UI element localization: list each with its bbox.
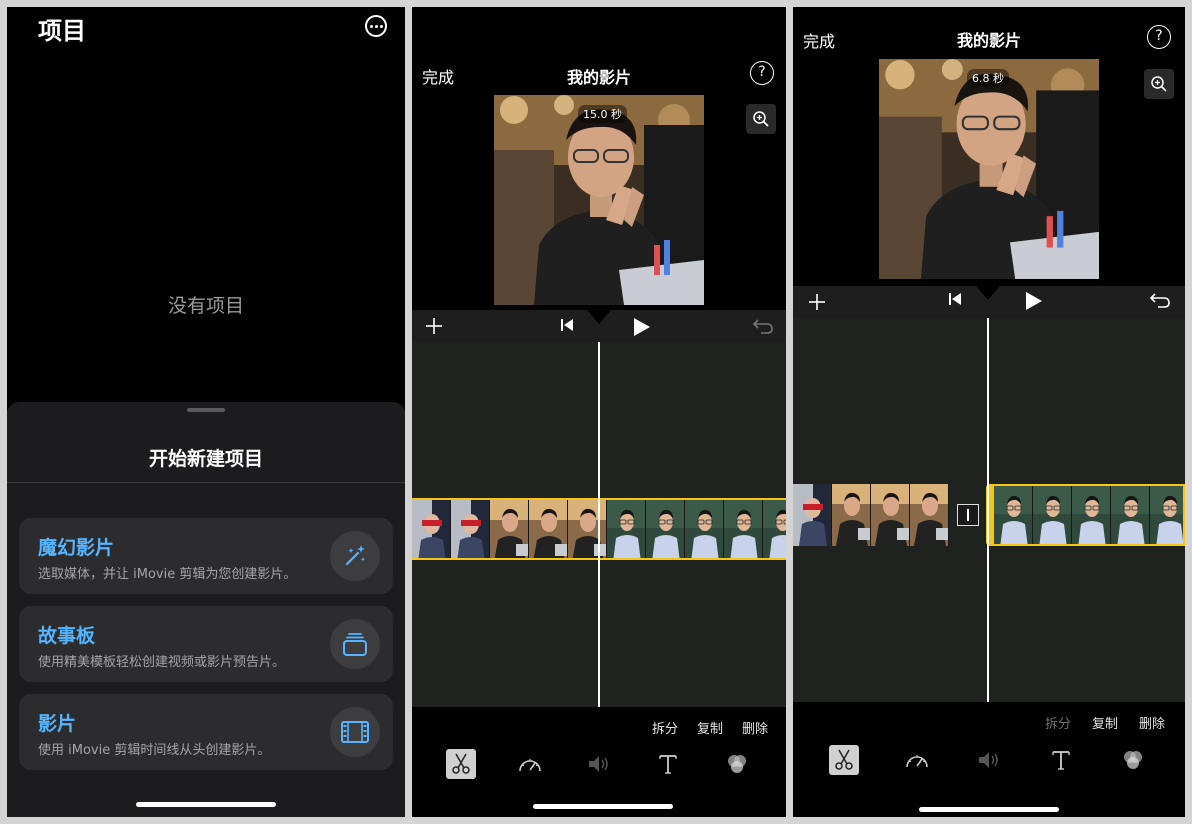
skip-to-start-icon[interactable] — [560, 318, 574, 332]
duplicate-button[interactable]: 复制 — [1092, 713, 1118, 732]
filters-icon[interactable] — [722, 749, 752, 779]
video-preview[interactable]: 6.8 秒 — [879, 59, 1099, 279]
home-indicator — [533, 804, 673, 809]
help-button[interactable]: ? — [1147, 25, 1171, 49]
option-description: 使用 iMovie 剪辑时间线从头创建影片。 — [38, 743, 271, 758]
project-title: 我的影片 — [566, 68, 631, 87]
clip-thumbnail — [994, 486, 1033, 544]
undo-icon[interactable] — [752, 317, 774, 335]
page-title: 项目 — [38, 17, 86, 45]
clip-thumbnail — [568, 500, 607, 558]
clip-thumbnail — [871, 484, 910, 546]
more-options-button[interactable] — [365, 15, 387, 37]
add-media-icon[interactable] — [425, 317, 443, 335]
zoom-button[interactable] — [1144, 69, 1174, 99]
clip-thumbnail — [910, 484, 949, 546]
project-title: 我的影片 — [956, 31, 1021, 50]
done-button[interactable]: 完成 — [803, 28, 835, 52]
edit-toolbar: 拆分 复制 删除 — [793, 702, 1185, 817]
magic-wand-icon — [330, 531, 380, 581]
duration-badge: 6.8 秒 — [967, 69, 1009, 87]
transition-button[interactable] — [957, 504, 979, 526]
clip-thumbnail — [832, 484, 871, 546]
clip-thumbnail — [793, 484, 832, 546]
video-clip-left[interactable] — [793, 484, 949, 546]
projects-screen: 项目 没有项目 开始新建项目 魔幻影片 选取媒体，并让 iMovie 剪辑为您创… — [7, 7, 405, 817]
clip-thumbnail — [607, 500, 646, 558]
playhead[interactable] — [987, 318, 989, 702]
speed-icon[interactable] — [515, 749, 545, 779]
text-icon[interactable] — [653, 749, 683, 779]
text-icon[interactable] — [1046, 745, 1076, 775]
magnifier-plus-icon — [753, 111, 769, 127]
edit-toolbar: 拆分 复制 删除 — [412, 707, 786, 817]
sheet-grabber[interactable] — [187, 408, 225, 412]
divider — [7, 482, 405, 483]
preview-frame — [879, 59, 1099, 279]
clip-thumbnail — [1072, 486, 1111, 544]
clip-thumbnail — [724, 500, 763, 558]
duplicate-button[interactable]: 复制 — [697, 718, 723, 737]
option-title: 魔幻影片 — [38, 537, 115, 559]
split-button[interactable]: 拆分 — [1045, 713, 1071, 732]
sheet-title: 开始新建项目 — [148, 448, 263, 470]
clip-thumbnail — [451, 500, 490, 558]
option-title: 故事板 — [38, 625, 96, 647]
empty-state-text: 没有项目 — [167, 295, 244, 317]
more-dot — [374, 24, 378, 28]
clip-thumbnail — [763, 500, 786, 558]
filters-icon[interactable] — [1118, 745, 1148, 775]
scissors-icon[interactable] — [829, 745, 859, 775]
option-description: 使用精美模板轻松创建视频或影片预告片。 — [38, 655, 286, 670]
clip-thumbnail — [1150, 486, 1185, 544]
volume-icon[interactable] — [584, 749, 614, 779]
delete-button[interactable]: 删除 — [742, 718, 768, 737]
home-indicator — [919, 807, 1059, 812]
play-icon[interactable] — [1025, 291, 1043, 311]
clip-thumbnail — [1033, 486, 1072, 544]
skip-to-start-icon[interactable] — [948, 292, 962, 306]
clip-thumbnail — [685, 500, 724, 558]
play-icon[interactable] — [633, 317, 651, 337]
preview-frame — [494, 95, 704, 305]
magnifier-plus-icon — [1151, 76, 1167, 92]
timeline[interactable] — [412, 342, 786, 707]
option-description: 选取媒体，并让 iMovie 剪辑为您创建影片。 — [38, 567, 297, 582]
magic-movie-option[interactable]: 魔幻影片 选取媒体，并让 iMovie 剪辑为您创建影片。 — [19, 518, 393, 594]
duration-badge: 15.0 秒 — [578, 105, 627, 123]
delete-button[interactable]: 删除 — [1139, 713, 1165, 732]
add-media-icon[interactable] — [808, 293, 826, 311]
clip-thumbnail — [646, 500, 685, 558]
new-project-sheet: 开始新建项目 魔幻影片 选取媒体，并让 iMovie 剪辑为您创建影片。 故事板… — [7, 402, 405, 817]
film-icon — [330, 707, 380, 757]
playhead-notch — [587, 310, 611, 324]
volume-icon[interactable] — [974, 745, 1004, 775]
selected-video-clip[interactable] — [986, 484, 1185, 546]
editor-screen-split: 完成 我的影片 ? 6.8 秒 拆分 复制 删除 — [793, 7, 1185, 817]
help-button[interactable]: ? — [750, 61, 774, 85]
transition-marker — [967, 509, 969, 521]
more-dot — [379, 24, 383, 28]
playhead[interactable] — [598, 342, 600, 707]
more-dot — [369, 24, 373, 28]
movie-option[interactable]: 影片 使用 iMovie 剪辑时间线从头创建影片。 — [19, 694, 393, 770]
zoom-button[interactable] — [746, 104, 776, 134]
storyboard-icon — [330, 619, 380, 669]
undo-icon[interactable] — [1149, 291, 1171, 309]
speed-icon[interactable] — [902, 745, 932, 775]
split-button[interactable]: 拆分 — [652, 718, 678, 737]
scissors-icon[interactable] — [446, 749, 476, 779]
video-preview[interactable]: 15.0 秒 — [494, 95, 704, 305]
timeline[interactable] — [793, 318, 1185, 702]
option-title: 影片 — [38, 713, 77, 735]
playhead-notch — [976, 286, 1000, 300]
clip-thumbnail — [1111, 486, 1150, 544]
home-indicator — [136, 802, 276, 807]
storyboard-option[interactable]: 故事板 使用精美模板轻松创建视频或影片预告片。 — [19, 606, 393, 682]
clip-thumbnail — [490, 500, 529, 558]
editor-screen: 完成 我的影片 ? 15.0 秒 拆分 复制 删除 — [412, 7, 786, 817]
done-button[interactable]: 完成 — [422, 64, 454, 88]
clip-thumbnail — [412, 500, 451, 558]
clip-thumbnail — [529, 500, 568, 558]
